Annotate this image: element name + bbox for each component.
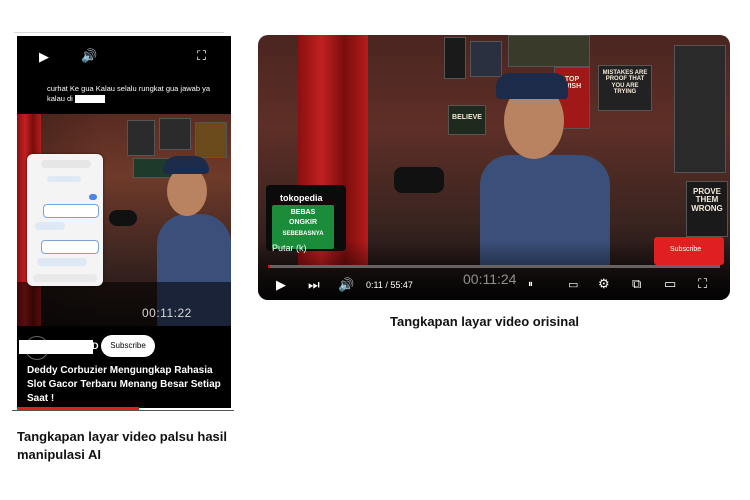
wall-poster: [159, 118, 191, 150]
fake-caption-text: curhat Ke gua Kalau selalu rungkat gua j…: [47, 84, 211, 103]
fake-overlay-timestamp: 00:11:22: [142, 306, 192, 320]
original-progress-played: [268, 265, 270, 268]
wall-poster: [470, 41, 502, 77]
original-progress-track[interactable]: [268, 265, 720, 268]
microphone: [109, 210, 137, 226]
chat-header: [41, 160, 91, 168]
chat-bubble: [47, 176, 81, 182]
fake-caption-label: Tangkapan layar video palsu hasil manipu…: [17, 429, 227, 462]
wall-poster: [127, 120, 155, 156]
subscribe-badge-label: Subscribe: [670, 246, 702, 253]
sponsor-line: BEBAS: [290, 209, 316, 216]
channel-name-redaction: [19, 340, 93, 354]
fullscreen-icon[interactable]: ⛶: [698, 276, 707, 292]
play-icon[interactable]: ▶: [276, 277, 286, 293]
wall-sign-text: PROVE THEM WRONG: [691, 187, 723, 213]
original-control-bar: ▶ ⏭ 🔊 0:11 / 55:47 ⏸ ▭ ⚙ ⧉ ▭ ⛶: [258, 271, 730, 300]
captions-icon[interactable]: ▭: [568, 277, 578, 293]
next-icon[interactable]: ⏭: [308, 277, 320, 293]
fullscreen-icon[interactable]: ⛶: [197, 49, 206, 63]
microphone: [394, 167, 444, 193]
fake-channel-row: D Subscribe: [17, 334, 231, 360]
wall-poster: [444, 37, 466, 79]
person-cap: [496, 73, 568, 99]
channel-name-suffix: D: [92, 341, 99, 351]
miniplayer-icon[interactable]: ⧉: [632, 276, 641, 292]
fake-frame-bottom-line: [12, 410, 234, 411]
wall-sign-text: BELIEVE: [452, 114, 482, 121]
chat-input: [33, 274, 97, 282]
wall-poster: BELIEVE: [448, 105, 486, 135]
settings-icon[interactable]: ⚙: [598, 276, 610, 292]
volume-icon[interactable]: 🔊: [338, 277, 354, 293]
play-tooltip: Putar (k): [272, 243, 307, 253]
redaction-box: [74, 95, 105, 104]
wall-sign-text: MISTAKES ARE PROOF THAT YOU ARE TRYING: [602, 70, 648, 95]
chat-bubble: [37, 258, 87, 266]
fake-caption-overlay: curhat Ke gua Kalau selalu rungkat gua j…: [47, 84, 217, 104]
wall-poster: [195, 122, 227, 158]
sponsor-line: SEBEBASNYA: [282, 231, 324, 237]
fake-video-card: ▶ 🔊 ⛶ curhat Ke gua Kalau selalu rungkat…: [17, 36, 231, 408]
autoplay-toggle-icon[interactable]: ⏸: [528, 277, 533, 293]
person-cap: [163, 156, 209, 174]
fake-frame-top-line: [14, 32, 224, 33]
fake-top-controls: ▶ 🔊 ⛶: [17, 36, 231, 76]
chat-bubble: [41, 240, 99, 254]
sponsor-line: ONGKIR: [289, 219, 317, 226]
theater-icon[interactable]: ▭: [664, 276, 676, 292]
play-icon[interactable]: ▶: [39, 50, 49, 64]
volume-icon[interactable]: 🔊: [81, 49, 97, 63]
wall-poster: PROVE THEM WRONG: [686, 181, 728, 237]
subscribe-button[interactable]: Subscribe: [101, 335, 155, 357]
wall-poster: MISTAKES ARE PROOF THAT YOU ARE TRYING: [598, 65, 652, 111]
wall-poster: [674, 45, 726, 173]
sponsor-overlay: tokopedia BEBAS ONGKIR SEBEBASNYA: [266, 185, 346, 251]
chat-bubble: [89, 194, 97, 200]
chat-bubble: [35, 222, 65, 230]
fake-video-title: Deddy Corbuzier Mengungkap Rahasia Slot …: [27, 365, 221, 404]
desk-shadow: [17, 282, 231, 326]
original-video-player[interactable]: TOP WISH MISTAKES ARE PROOF THAT YOU ARE…: [258, 35, 730, 300]
time-display: 0:11 / 55:47: [366, 280, 413, 290]
subscribe-badge[interactable]: Subscribe: [654, 237, 724, 265]
original-caption-label: Tangkapan layar video orisinal: [390, 314, 580, 329]
chat-bubble: [43, 204, 99, 218]
chat-screenshot-overlay: [27, 154, 103, 286]
wall-poster: [508, 35, 590, 67]
sponsor-brand: tokopedia: [280, 193, 323, 203]
fake-video-frame[interactable]: 00:11:22: [17, 114, 231, 326]
